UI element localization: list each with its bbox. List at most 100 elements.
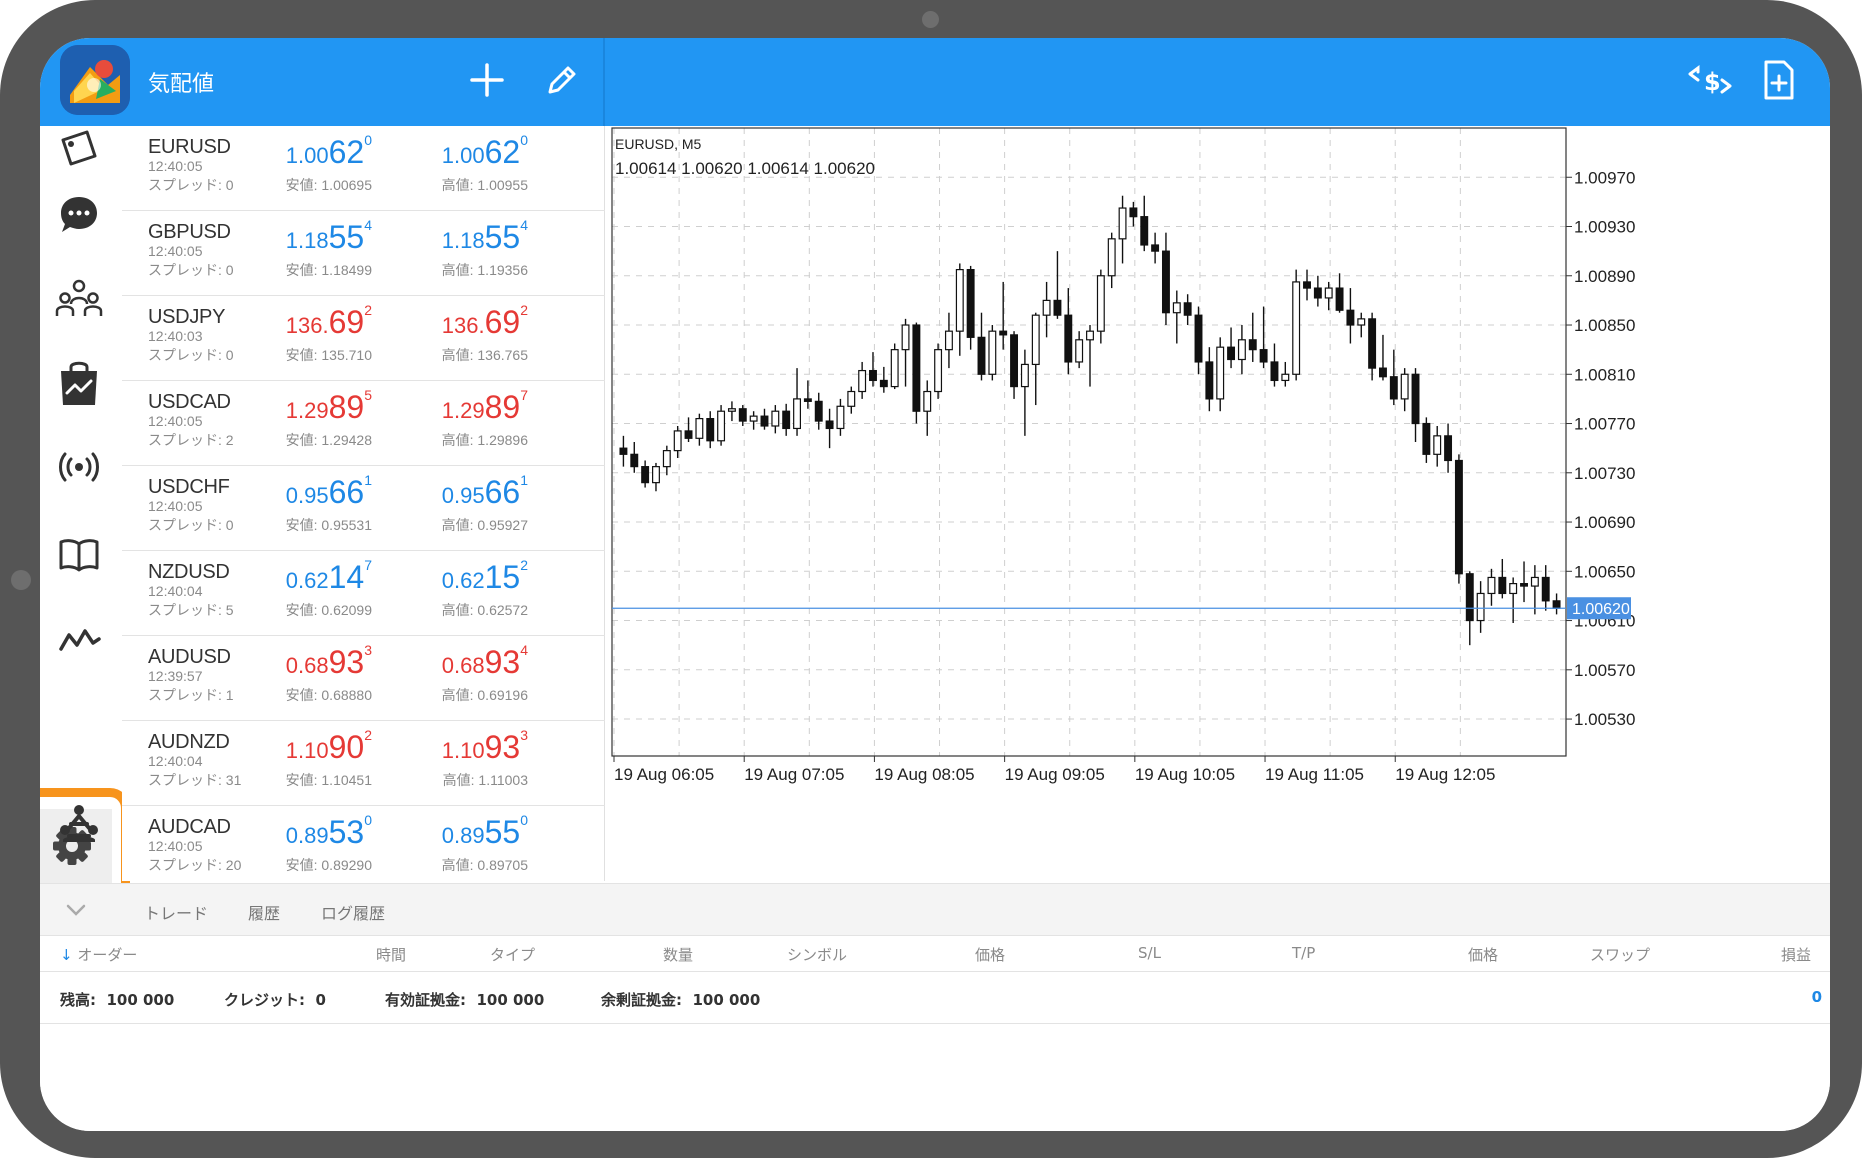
free-margin-label: 余剰証拠金:: [601, 991, 682, 1009]
quote-row-audusd[interactable]: AUDUSD 12:39:57 スプレッド: 1 0.68933 0.68934…: [122, 636, 605, 721]
quote-row-usdjpy[interactable]: USDJPY 12:40:03 スプレッド: 0 136.692 136.692…: [122, 296, 605, 381]
ask-price: 1.18554: [378, 217, 528, 256]
nav-chat[interactable]: [51, 187, 107, 243]
column-order[interactable]: ↓ オーダー: [60, 944, 137, 965]
candle-body: [1053, 299, 1062, 316]
nav-chart[interactable]: [51, 609, 107, 665]
y-tick-label: 1.00570: [1574, 661, 1635, 680]
column-type[interactable]: タイプ: [490, 944, 535, 965]
candle-body: [1530, 576, 1539, 587]
y-tick-label: 1.00530: [1574, 710, 1635, 729]
candle-body: [1107, 238, 1116, 277]
candle: [738, 405, 747, 426]
quote-row-audnzd[interactable]: AUDNZD 12:40:04 スプレッド: 31 1.10902 1.1093…: [122, 721, 605, 806]
ask-price-pips: 93: [484, 729, 521, 765]
side-button: [11, 570, 31, 590]
candle-body: [1075, 339, 1084, 363]
candle: [1020, 349, 1029, 436]
candle-body: [652, 466, 660, 484]
bid-price-fraction: 7: [364, 557, 372, 573]
app-logo[interactable]: [60, 45, 130, 115]
quote-row-eurusd[interactable]: EURUSD 12:40:05 スプレッド: 0 1.00620 1.00620…: [122, 126, 605, 211]
chat-bubble-icon: [61, 197, 97, 232]
candle: [1140, 195, 1149, 252]
candle-body: [1270, 361, 1279, 382]
quote-row-gbpusd[interactable]: GBPUSD 12:40:05 スプレッド: 0 1.18554 1.18554…: [122, 211, 605, 296]
quote-row-usdchf[interactable]: USDCHF 12:40:05 スプレッド: 0 0.95661 0.95661…: [122, 466, 605, 551]
column-symbol[interactable]: シンボル: [787, 944, 847, 965]
candle-body: [1487, 576, 1496, 595]
column-current-price[interactable]: 価格: [1468, 944, 1498, 965]
bid-price: 1.00620: [222, 132, 372, 171]
y-tick-label: 1.00650: [1574, 562, 1635, 581]
bid-price-pips: 55: [328, 219, 365, 255]
quote-time: 12:40:04: [148, 583, 203, 599]
price-chart[interactable]: 1.00970 1.00930 1.00890 1.00850 1.00810 1.007…: [606, 126, 1830, 881]
quote-symbol: USDCAD: [148, 391, 231, 413]
nav-quotes[interactable]: [51, 120, 107, 176]
column-volume[interactable]: 数量: [663, 944, 693, 965]
ask-price-prefix: 1.00: [441, 143, 485, 168]
column-profit[interactable]: 損益: [1781, 944, 1811, 965]
column-time[interactable]: 時間: [376, 944, 406, 965]
collapse-toolbox-button[interactable]: [64, 898, 88, 926]
nav-community[interactable]: [51, 272, 107, 328]
page-title: 気配値: [148, 72, 215, 97]
candle: [1411, 368, 1420, 442]
quote-symbol: AUDCAD: [148, 816, 231, 838]
candle-body: [1465, 573, 1474, 622]
candle: [1194, 306, 1203, 375]
y-tick-label: 1.00690: [1574, 513, 1635, 532]
column-swap[interactable]: スワップ: [1590, 944, 1650, 965]
nav-journal[interactable]: [51, 526, 107, 582]
bid-price-fraction: 0: [364, 812, 372, 828]
candle-body: [1183, 302, 1192, 316]
column-tp[interactable]: T/P: [1292, 944, 1315, 962]
bid-price-prefix: 1.00: [285, 143, 329, 168]
quote-row-audcad[interactable]: AUDCAD 12:40:05 スプレッド: 20 0.89530 0.8955…: [122, 806, 605, 891]
candle: [1042, 281, 1051, 338]
candle: [1530, 565, 1539, 615]
candle-body: [1422, 422, 1431, 455]
candle: [1248, 312, 1257, 362]
quote-row-nzdusd[interactable]: NZDUSD 12:40:04 スプレッド: 5 0.62147 0.62152…: [122, 551, 605, 636]
bid-price: 0.89530: [222, 812, 372, 851]
candle: [890, 343, 899, 390]
balance-summary: 残高: 100 000: [60, 989, 174, 1010]
candle: [1161, 232, 1170, 326]
candle: [673, 425, 682, 459]
candle-body: [836, 405, 845, 430]
nav-market[interactable]: [51, 355, 107, 411]
ask-price-pips: 62: [484, 134, 521, 170]
quote-symbol: NZDUSD: [148, 561, 230, 583]
candlestick-chart[interactable]: 1.00970 1.00930 1.00890 1.00850 1.00810 1.007…: [606, 126, 1830, 881]
trade-button[interactable]: $: [1680, 50, 1740, 110]
candle: [912, 322, 921, 424]
candle-body: [738, 408, 747, 422]
tab-journal[interactable]: ログ履歴: [321, 900, 385, 924]
new-order-button[interactable]: [1748, 50, 1808, 110]
tab-history[interactable]: 履歴: [248, 900, 280, 924]
quote-row-usdcad[interactable]: USDCAD 12:40:05 スプレッド: 2 1.29895 1.29897…: [122, 381, 605, 466]
equity-summary: 有効証拠金: 100 000: [385, 989, 544, 1010]
bid-price-fraction: 2: [364, 727, 372, 743]
quote-high: 高値: 0.62572: [441, 602, 528, 618]
candle: [1444, 423, 1453, 473]
candle: [793, 368, 801, 436]
candle: [1086, 325, 1094, 387]
edit-symbols-button[interactable]: [532, 50, 592, 110]
column-sl[interactable]: S/L: [1138, 944, 1161, 962]
add-symbol-button[interactable]: [457, 50, 517, 110]
nav-signals[interactable]: [51, 439, 107, 495]
ask-price-fraction: 3: [520, 727, 528, 743]
tab-trade[interactable]: トレード: [144, 900, 208, 924]
y-tick-label: 1.00890: [1574, 267, 1635, 286]
free-margin-summary: 余剰証拠金: 100 000: [601, 989, 760, 1010]
candle: [706, 411, 715, 449]
candle-body: [1227, 346, 1236, 361]
chart-ohlc-label: 1.00614 1.00620 1.00614 1.00620: [615, 159, 875, 178]
column-price[interactable]: 価格: [975, 944, 1005, 965]
app-screen: 気配値 $ EURUSD 12:40:05 スプレッド: 0 1.00620 1…: [40, 38, 1830, 1131]
bid-price-prefix: 136.: [285, 313, 329, 338]
nav-mql5[interactable]: [51, 796, 107, 852]
